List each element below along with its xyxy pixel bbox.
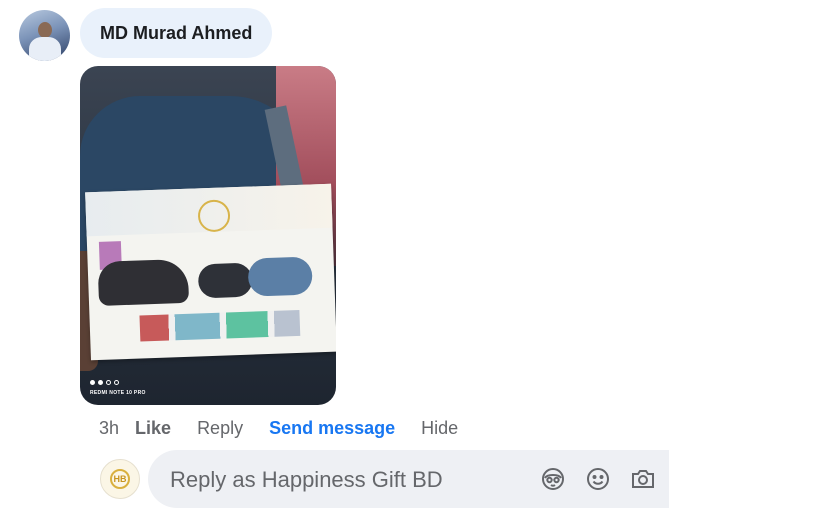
carousel-dot [106,380,111,385]
page-avatar[interactable]: HB [100,459,140,499]
avatar-head [38,22,52,38]
flyer-motorbike [197,262,253,299]
photo-flyer [85,183,336,361]
reply-composer[interactable] [148,450,669,510]
photo-watermark: REDMI NOTE 10 PRO [90,390,146,396]
send-message-button[interactable]: Send message [269,418,395,439]
camera-icon[interactable] [630,466,656,492]
comment-timestamp[interactable]: 3h [99,418,119,439]
avatar-body [29,37,61,61]
reply-button[interactable]: Reply [197,418,243,439]
carousel-dot [114,380,119,385]
comment-actions: 3h Like Reply Send message Hide [99,417,458,439]
flyer-motorbike [247,256,313,297]
flyer-motorbike [97,258,190,306]
like-button[interactable]: Like [135,418,171,439]
emoji-icon[interactable] [585,466,611,492]
comment-photo-attachment[interactable]: REDMI NOTE 10 PRO [80,66,336,405]
hide-button[interactable]: Hide [421,418,458,439]
comment-author-name[interactable]: MD Murad Ahmed [80,8,273,58]
author-name-text[interactable]: MD Murad Ahmed [100,23,252,44]
carousel-dot [98,380,103,385]
avatar-sticker-icon[interactable] [540,466,566,492]
carousel-dot [90,380,95,385]
commenter-avatar[interactable] [19,10,70,61]
reply-input[interactable] [168,450,532,510]
page-logo-mark: HB [110,469,130,489]
photo-dots [90,380,119,385]
flyer-products-row [139,309,301,342]
